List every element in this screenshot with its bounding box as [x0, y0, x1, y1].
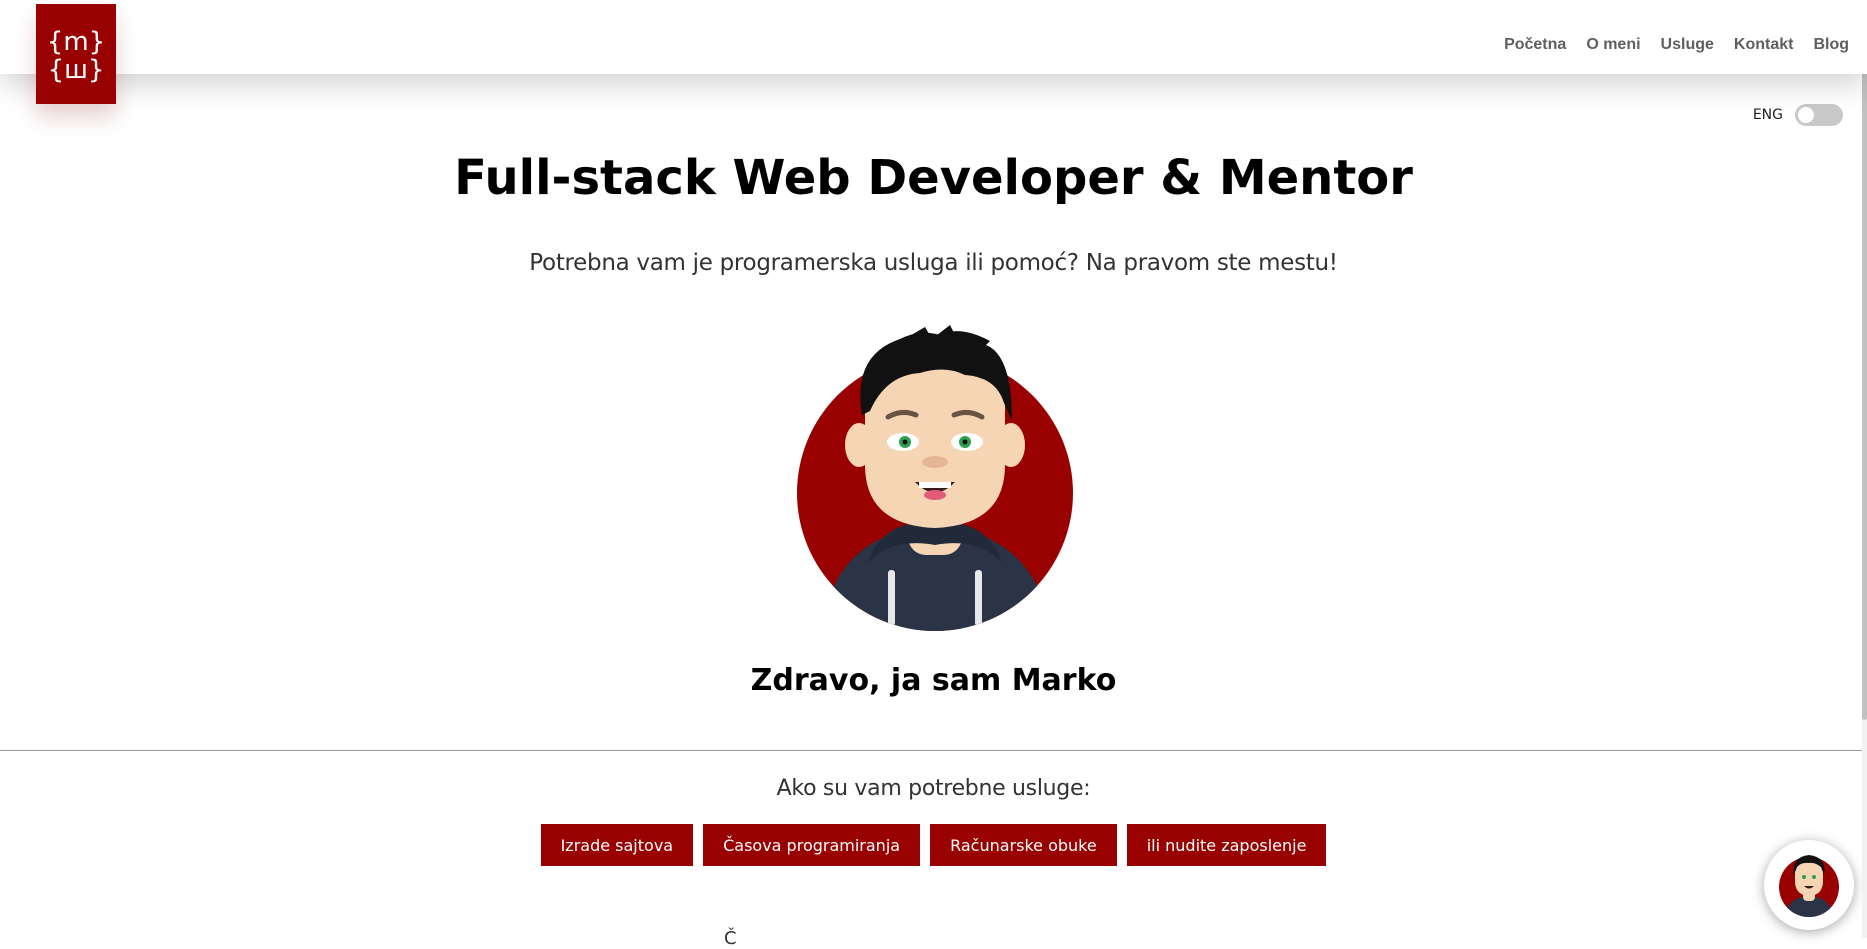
hero-title: Full-stack Web Developer & Mentor [454, 150, 1413, 206]
nav-item-usluge[interactable]: Usluge [1661, 36, 1714, 54]
developer-avatar-icon [797, 325, 1073, 631]
nav-item-blog[interactable]: Blog [1813, 36, 1849, 54]
site-logo[interactable]: {m} {ш} [36, 4, 116, 104]
logo-text-bottom: {ш} [48, 55, 104, 85]
service-button-computer-training[interactable]: Računarske obuke [930, 824, 1117, 866]
partial-heading-text: Č [724, 928, 737, 949]
services-label: Ako su vam potrebne usluge: [776, 776, 1091, 801]
services-buttons: Izrade sajtova Časova programiranja Raču… [0, 824, 1867, 866]
scrollbar-thumb[interactable] [1862, 0, 1867, 720]
nav-item-kontakt[interactable]: Kontakt [1734, 36, 1794, 54]
language-switch: ENG [1753, 104, 1843, 126]
logo-text-top: {m} [48, 27, 104, 57]
toggle-knob [1798, 107, 1814, 123]
chat-widget-button[interactable] [1764, 840, 1854, 930]
section-divider [0, 750, 1862, 751]
nav-item-o-meni[interactable]: O meni [1586, 36, 1640, 54]
service-button-programming-lessons[interactable]: Časova programiranja [703, 824, 921, 866]
greeting-heading: Zdravo, ja sam Marko [750, 663, 1117, 698]
service-button-job-offer[interactable]: ili nudite zaposlenje [1126, 824, 1327, 866]
page-scrollbar[interactable] [1862, 0, 1867, 938]
curly-brace-logo-icon: {m} {ш} [48, 27, 104, 85]
service-button-websites[interactable]: Izrade sajtova [540, 824, 694, 866]
nav-item-pocetna[interactable]: Početna [1504, 36, 1566, 54]
chat-avatar-icon [1779, 855, 1839, 917]
main-nav: Početna O meni Usluge Kontakt Blog [1484, 36, 1849, 54]
hero-subtitle: Potrebna vam je programerska usluga ili … [529, 250, 1338, 276]
language-toggle[interactable] [1795, 104, 1843, 126]
language-label: ENG [1752, 107, 1783, 123]
